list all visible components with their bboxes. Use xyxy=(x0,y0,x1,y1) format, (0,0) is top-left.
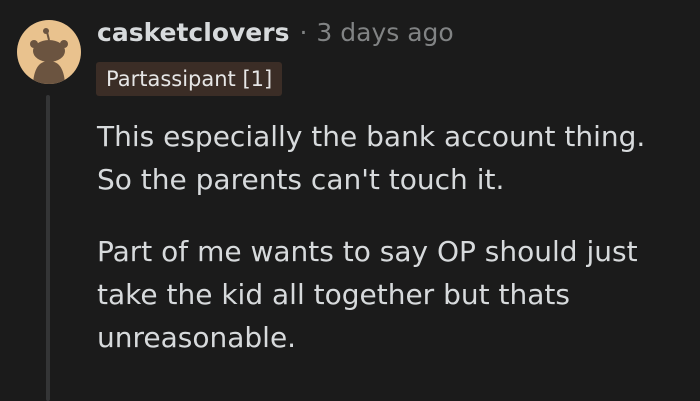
comment-meta: casketclovers · 3 days ago xyxy=(97,14,454,50)
comment-timestamp[interactable]: 3 days ago xyxy=(316,18,453,47)
comment-paragraph: This especially the bank account thing. … xyxy=(97,120,646,196)
comment: casketclovers · 3 days ago Partassipant … xyxy=(0,0,700,401)
username-link[interactable]: casketclovers xyxy=(97,18,289,47)
comment-body: This especially the bank account thing. … xyxy=(97,115,687,359)
user-avatar[interactable] xyxy=(17,20,81,84)
user-flair: Partassipant [1] xyxy=(96,62,283,96)
snoo-avatar-icon xyxy=(30,28,68,84)
thread-collapse-line[interactable] xyxy=(46,95,50,401)
meta-separator: · xyxy=(299,17,308,47)
comment-paragraph: Part of me wants to say OP should just t… xyxy=(97,235,638,354)
